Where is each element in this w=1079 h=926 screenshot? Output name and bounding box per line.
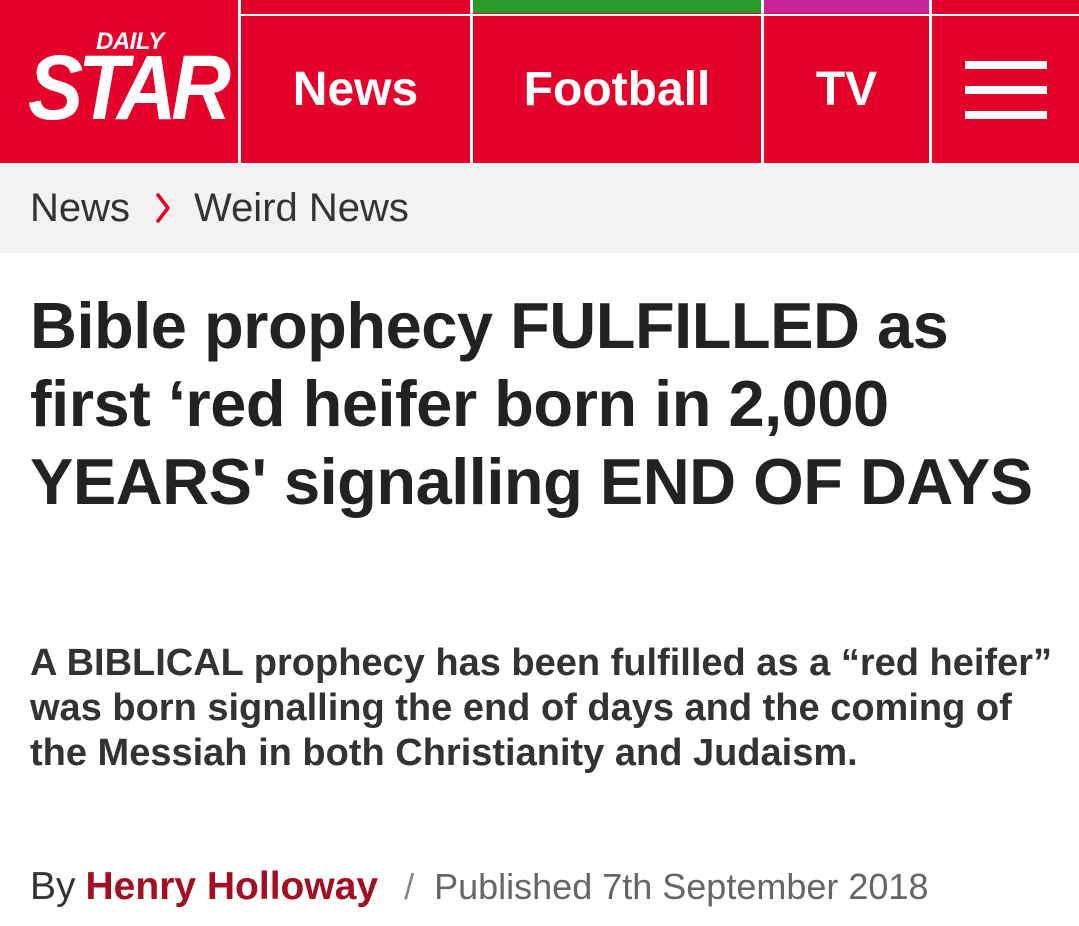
article-standfirst: A BIBLICAL prophecy has been fulfilled a… xyxy=(30,642,1052,774)
byline-separator: / xyxy=(404,866,415,907)
tv-accent-strip xyxy=(764,0,929,13)
breadcrumb-news[interactable]: News xyxy=(30,186,130,231)
site-header: DAILY STAR News Football TV xyxy=(0,0,1079,163)
nav-football[interactable]: Football xyxy=(473,16,761,163)
news-accent-strip xyxy=(241,0,470,13)
article-byline: By Henry Holloway / Published 7th Septem… xyxy=(30,862,1060,912)
chevron-right-icon xyxy=(156,193,170,223)
published-date: Published 7th September 2018 xyxy=(434,866,929,907)
nav-news[interactable]: News xyxy=(241,16,470,163)
menu-button[interactable] xyxy=(932,16,1079,163)
byline-by-label: By xyxy=(30,865,76,908)
hamburger-menu-icon xyxy=(964,60,1047,119)
nav-tv[interactable]: TV xyxy=(764,16,929,163)
football-accent-strip xyxy=(473,0,761,13)
breadcrumb: News Weird News xyxy=(0,163,1079,253)
breadcrumb-weird-news[interactable]: Weird News xyxy=(194,186,409,231)
logo-star-text: STAR xyxy=(28,37,231,139)
article-headline: Bible prophecy FULFILLED as first ‘red h… xyxy=(30,289,1033,518)
author-link[interactable]: Henry Holloway xyxy=(86,865,379,909)
daily-star-logo[interactable]: DAILY STAR xyxy=(0,0,238,163)
